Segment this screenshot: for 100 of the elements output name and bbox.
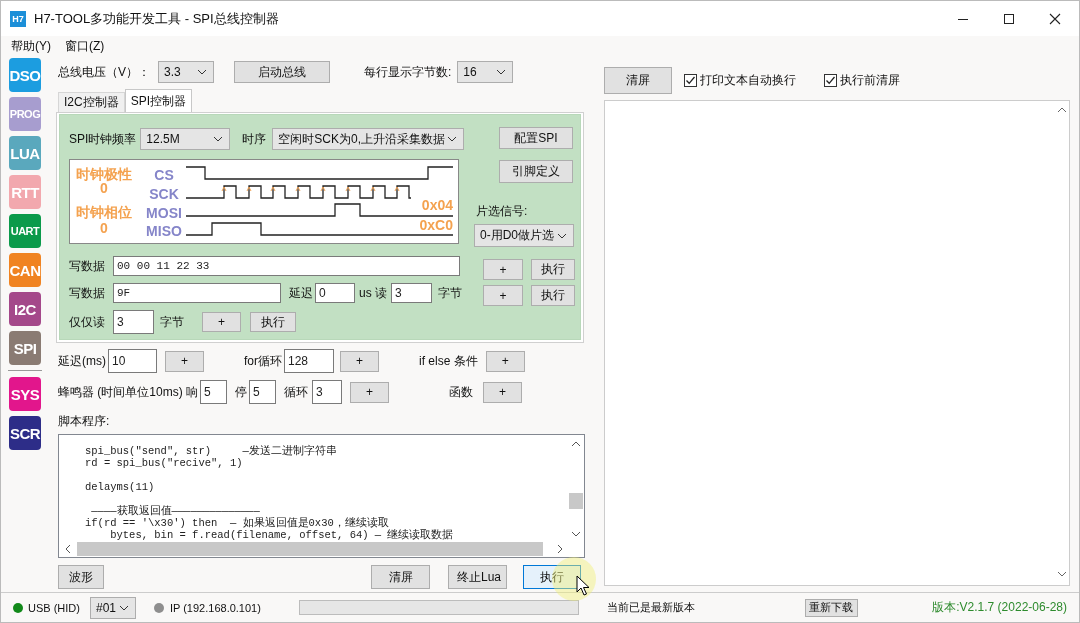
signal-name: SCK <box>149 186 179 202</box>
status-message: 当前已是最新版本 <box>606 600 695 615</box>
mosi-value: 0x04 <box>421 197 453 213</box>
add-button[interactable]: + <box>483 285 523 306</box>
window-title: H7-TOOL多功能开发工具 - SPI总线控制器 <box>34 9 279 28</box>
voltage-dropdown[interactable]: 3.3 <box>158 61 214 83</box>
scroll-up-icon[interactable] <box>570 441 581 447</box>
write-data-field[interactable]: 00 00 11 22 33 <box>113 256 460 276</box>
checkbox-label: 执行前清屏 <box>840 71 900 89</box>
run-button[interactable]: 执行 <box>531 259 575 280</box>
menu-item[interactable]: 帮助(Y) <box>11 37 51 55</box>
scrollbar-thumb[interactable] <box>77 542 543 556</box>
bytes-per-line-dropdown[interactable]: 16 <box>457 61 514 83</box>
for-loop-field[interactable]: 128 <box>284 349 334 373</box>
checkbox[interactable] <box>684 73 697 87</box>
pin-definition-button[interactable]: 引脚定义 <box>499 160 573 183</box>
add-button[interactable]: + <box>165 350 204 372</box>
mouse-pointer-icon <box>576 575 590 597</box>
add-button[interactable]: + <box>483 381 522 403</box>
sidebar-tool-button[interactable]: SCR <box>9 416 41 450</box>
write-data-label: 写数据 <box>69 257 106 275</box>
add-button[interactable]: + <box>340 350 379 372</box>
close-icon[interactable] <box>1049 12 1061 25</box>
miso-value: 0xC0 <box>419 217 453 233</box>
script-action-button[interactable]: 终止Lua <box>448 565 507 589</box>
voltage-label: 总线电压（V）： <box>58 63 150 81</box>
device-dropdown[interactable]: #01 <box>89 596 136 619</box>
checkbox[interactable] <box>824 73 837 87</box>
add-button[interactable]: + <box>350 381 389 403</box>
maximize-icon[interactable] <box>1003 12 1015 25</box>
stop-label: 停 <box>235 383 247 401</box>
clock-polarity-value: 0 <box>100 180 108 196</box>
add-button[interactable]: + <box>202 312 241 332</box>
start-bus-button[interactable]: 启动总线 <box>234 61 330 83</box>
clock-phase-label: 时钟相位 <box>76 204 132 220</box>
delay-field[interactable]: 0 <box>315 283 355 303</box>
script-code: spi_bus("send", str) —发送二进制字符串 rd = spi_bus("recive", 1) delayms(11) ————获取返回值—————————————— if(rd == '\x30') then — 如果返回值是0x30，继续读取 bytes, bin = f.read(filename, offset, 64) — 继续读取数据 <box>84 444 455 541</box>
write-data-field[interactable]: 9F <box>113 283 281 303</box>
scroll-up-icon[interactable] <box>1057 107 1067 113</box>
configure-spi-button[interactable]: 配置SPI <box>499 127 573 149</box>
caret-icon <box>496 69 507 75</box>
scroll-down-icon[interactable] <box>570 531 581 537</box>
buzzer-label: 蜂鸣器 (时间单位10ms) 响 <box>58 383 198 401</box>
read-count-field[interactable]: 3 <box>391 283 432 303</box>
checkbox-label: 打印文本自动换行 <box>700 71 796 89</box>
add-button[interactable]: + <box>485 350 525 372</box>
read-label: us 读 <box>359 284 387 302</box>
redownload-button[interactable]: 重新下载 <box>804 598 858 617</box>
loop-label: 循环 <box>284 383 308 401</box>
add-button[interactable]: + <box>483 259 523 280</box>
menu-item[interactable]: 窗口(Z) <box>65 37 105 55</box>
clock-polarity-label: 时钟极性 <box>76 166 132 182</box>
script-action-button[interactable]: 波形 <box>58 565 104 589</box>
tab[interactable]: SPI控制器 <box>124 89 193 112</box>
run-button[interactable]: 执行 <box>250 312 296 332</box>
for-loop-label: for循环 <box>244 352 282 370</box>
sidebar-tool-button[interactable]: I2C <box>9 292 41 326</box>
if-else-label: if else 条件 <box>419 352 478 370</box>
read-only-label: 仅仅读 <box>69 313 106 331</box>
chip-select-dropdown[interactable]: 0-用D0做片选 <box>474 224 574 247</box>
delay-ms-label: 延迟(ms) <box>58 352 106 370</box>
clear-output-button[interactable]: 清屏 <box>604 66 672 94</box>
scroll-right-icon[interactable] <box>557 544 563 554</box>
connection-label: USB (HID) <box>28 601 80 614</box>
tab[interactable]: I2C控制器 <box>58 92 125 112</box>
signal-name: MOSI <box>146 205 182 221</box>
app-icon: H7 <box>10 10 26 27</box>
sidebar-tool-button[interactable]: UART <box>9 214 41 248</box>
script-label: 脚本程序: <box>58 413 111 430</box>
version-label: 版本:V2.1.7 (2022-06-28) <box>932 599 1067 616</box>
timing-dropdown[interactable]: 空闲时SCK为0,上升沿采集数据 <box>272 128 465 150</box>
scrollbar-thumb[interactable] <box>568 493 583 509</box>
sidebar-tool-button[interactable]: SYS <box>9 377 41 411</box>
caret-icon <box>118 604 129 611</box>
script-action-button[interactable]: 清屏 <box>371 565 430 589</box>
signal-name: CS <box>154 167 174 183</box>
buzzer-on-field[interactable]: 5 <box>200 380 227 404</box>
scroll-left-icon[interactable] <box>65 544 71 554</box>
script-editor[interactable]: spi_bus("send", str) —发送二进制字符串 rd = spi_bus("recive", 1) delayms(11) ————获取返回值—————————————— if(rd == '\x30') then — 如果返回值是0x30，继续读取 bytes, bin = f.read(filename, offset, 64) — 继续读取数据 <box>58 434 585 558</box>
scroll-down-icon[interactable] <box>1057 571 1067 577</box>
signal-name: MISO <box>146 223 182 239</box>
unit-label: 字节 <box>160 313 184 331</box>
write-data-label: 写数据 <box>69 284 106 302</box>
caret-icon <box>213 136 224 142</box>
function-label: 函数 <box>449 383 473 401</box>
delay-ms-field[interactable]: 10 <box>108 349 157 373</box>
chip-select-label: 片选信号: <box>476 203 528 220</box>
timing-label: 时序 <box>242 130 267 148</box>
run-button[interactable]: 执行 <box>531 285 575 306</box>
clock-label: SPI时钟频率 <box>69 130 137 148</box>
caret-icon <box>447 136 458 142</box>
loop-field[interactable]: 3 <box>312 380 342 404</box>
clock-dropdown[interactable]: 12.5M <box>140 128 231 150</box>
buzzer-off-field[interactable]: 5 <box>249 380 276 404</box>
sidebar-tool-button[interactable]: SPI <box>9 331 41 365</box>
caret-icon <box>557 232 567 239</box>
script-action-button[interactable]: 执行 <box>523 565 581 589</box>
read-count-field[interactable]: 3 <box>113 310 154 334</box>
delay-label: 延迟 <box>289 284 313 302</box>
unit-label: 字节 <box>438 284 462 302</box>
